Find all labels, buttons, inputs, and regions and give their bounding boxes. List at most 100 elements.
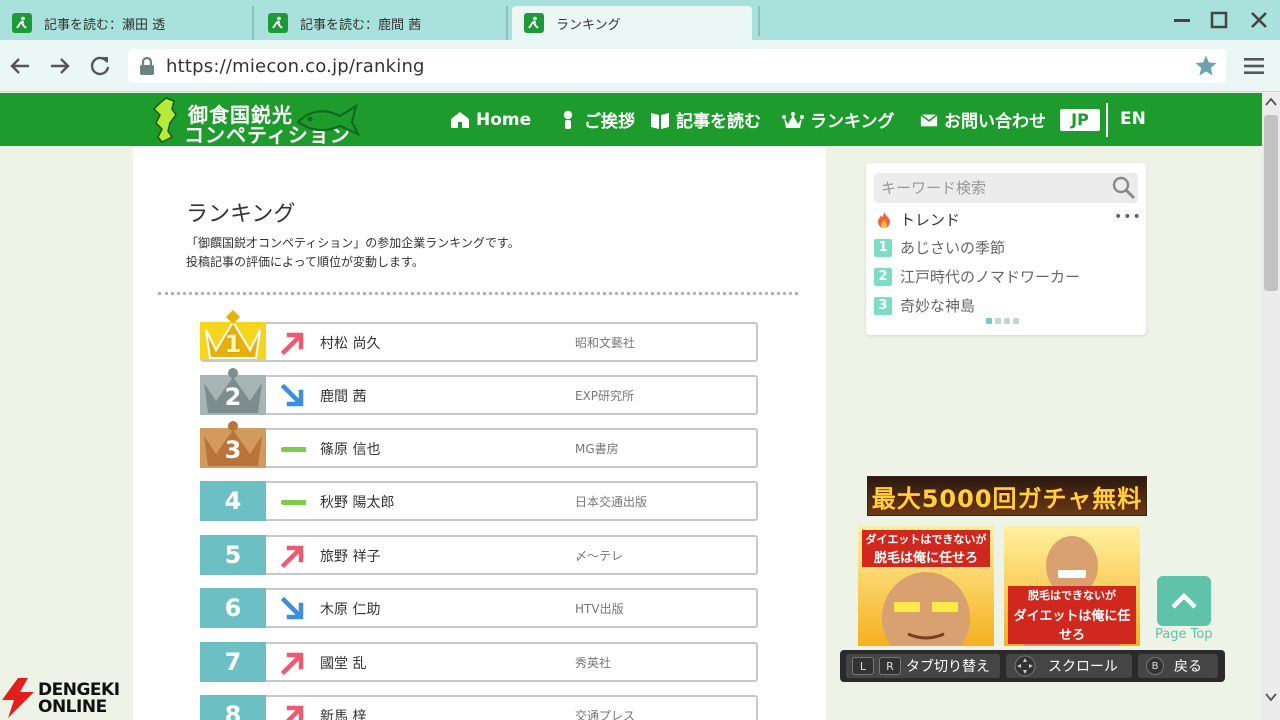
bald-man-face-icon [882,572,970,646]
tab-title: 記事を読む：瀬田 透 [44,17,166,33]
nav-contact[interactable]: お問い合わせ [920,93,1046,146]
ranking-row-7[interactable]: 7 國堂 乱 秀英社 [200,642,758,682]
rank-person-name: 旅野 祥子 [320,549,381,565]
ranking-row-2[interactable]: 2 鹿間 茜 EXP研究所 [200,368,758,415]
back-button[interactable] [6,52,34,80]
keyword-search-input[interactable] [874,173,1138,203]
nav-home-label: Home [476,109,532,130]
ranking-row-1[interactable]: 1 村松 尚久 昭和文藝社 [200,310,758,362]
trend-same-icon [281,447,306,452]
carousel-dot[interactable] [1013,318,1019,324]
scroll-down-icon[interactable] [1265,692,1277,702]
lang-jp-button[interactable]: JP [1060,109,1100,131]
trend-item-2[interactable]: 2 江戸時代のノマドワーカー [874,266,1080,287]
rank-company-name: EXP研究所 [575,389,635,403]
nav-greeting-label: ご挨拶 [584,112,635,132]
ad2-caption-top: 脱毛はできないが [1008,586,1136,604]
maximize-icon [1210,11,1228,29]
rank-person-name: 木原 仁助 [320,602,381,618]
dengeki-online-watermark: DENGEKI ONLINE [0,678,125,720]
rank-company-name: 〆～テレ [575,549,624,563]
reload-button[interactable] [86,52,114,80]
ad2-caption-main: ダイエットは俺に任せろ [1008,604,1136,644]
arrow-left-icon [10,58,29,74]
browser-tab-2[interactable]: 記事を読む：鹿間 茜 [256,6,508,40]
trend-header: トレンド [876,209,960,230]
nav-articles[interactable]: 記事を読む [650,93,761,146]
page-description: 「御饌国鋭才コンペティション」の参加企業ランキングです。 投稿記事の評価によって… [186,234,520,272]
close-button[interactable] [1247,8,1271,32]
page-scrollbar[interactable] [1262,93,1280,720]
browser-tab-3-active[interactable]: ランキング [512,6,752,40]
silver-crown-badge: 2 [200,368,266,415]
sidebar-search-card: トレンド ••• 1 あじさいの季節 2 江戸時代のノマドワーカー 3 奇妙な神… [866,163,1146,335]
search-icon[interactable] [1112,176,1136,200]
ranking-row-8[interactable]: 8 新馬 梓 交通プレス [200,695,758,720]
ad-box-2[interactable]: 脱毛はできないが ダイエットは俺に任せろ [1004,526,1140,646]
trend-item-1[interactable]: 1 あじさいの季節 [874,237,1005,258]
rank-number: 2 [224,383,242,411]
trend-item-text: 江戸時代のノマドワーカー [900,268,1081,286]
lang-en-button[interactable]: EN [1120,109,1146,129]
nav-greeting[interactable]: ご挨拶 [558,93,635,146]
site-logo[interactable]: 御食国鋭光 コンペティション [148,95,368,147]
gacha-ad-banner[interactable]: 最大5000回ガチャ無料 [867,476,1147,516]
lang-divider [1106,103,1108,137]
close-icon [1251,12,1267,28]
rank-company-name: MG書房 [575,442,619,456]
dotted-divider [158,292,798,295]
rank-person-name: 鹿間 茜 [320,389,367,405]
ranking-row-4[interactable]: 4 秋野 陽太郎 日本交通出版 [200,481,758,521]
carousel-dot[interactable] [1004,318,1010,324]
address-bar-row: https://miecon.co.jp/ranking [0,40,1280,92]
trend-rank-badge: 3 [874,296,892,315]
page-description-line1: 「御饌国鋭才コンペティション」の参加企業ランキングです。 [186,236,520,250]
forward-button[interactable] [46,52,74,80]
carousel-dots[interactable] [986,318,1019,324]
bronze-crown-badge: 3 [200,421,266,468]
page-top-button[interactable] [1157,576,1211,626]
bookmark-star-icon[interactable] [1194,54,1218,78]
arrow-right-icon [51,58,70,74]
watermark-line2: ONLINE [38,697,107,717]
lock-icon [140,57,154,75]
rank-person-name: 村松 尚久 [320,336,381,352]
nav-ranking[interactable]: ランキング [782,93,895,146]
nav-home[interactable]: Home [450,93,531,146]
ranking-row-3[interactable]: 3 篠原 信也 MG書房 [200,421,758,468]
carousel-dot[interactable] [995,318,1001,324]
trend-down-icon [280,383,304,407]
rank-company-name: 日本交通出版 [575,495,648,509]
dpad-icon [1014,655,1036,677]
hint-back: B 戻る [1138,654,1218,678]
rank-company-name: HTV出版 [575,602,624,616]
scrollbar-thumb[interactable] [1264,115,1278,291]
page-top-label: Page Top [1155,627,1213,642]
browser-tab-1[interactable]: 記事を読む：瀬田 透 [0,6,254,40]
hint-scroll-label: スクロール [1048,659,1118,675]
ranking-row-6[interactable]: 6 木原 仁助 HTV出版 [200,588,758,628]
carousel-dot-active[interactable] [986,318,992,324]
maximize-button[interactable] [1207,8,1231,32]
ranking-row-5[interactable]: 5 旅野 祥子 〆～テレ [200,535,758,575]
url-field[interactable]: https://miecon.co.jp/ranking [128,49,1226,83]
trend-item-text: 奇妙な神島 [900,297,976,315]
trend-item-3[interactable]: 3 奇妙な神島 [874,295,975,316]
crown-icon [782,111,804,128]
reload-icon [90,56,110,76]
lightning-logo-icon [2,678,34,718]
hamburger-menu-icon[interactable] [1242,54,1266,78]
site-header: 御食国鋭光 コンペティション Home ご挨拶 記事を読む ランキング お問い合… [0,93,1262,147]
trend-rank-badge: 2 [874,267,892,286]
rank-number: 3 [224,436,242,464]
fire-icon [878,211,890,228]
ad-box-1[interactable]: ダイエットはできないが 脱毛は俺に任せろ [858,526,994,646]
person-icon [563,110,573,129]
rank-person-name: 國堂 乱 [320,656,367,672]
scroll-up-icon[interactable] [1265,97,1277,107]
trend-up-icon [280,652,304,676]
trend-item-text: あじさいの季節 [900,239,1006,257]
more-options-icon[interactable]: ••• [1114,209,1142,225]
minimize-button[interactable] [1170,8,1194,32]
rank-number-badge: 4 [200,481,266,521]
